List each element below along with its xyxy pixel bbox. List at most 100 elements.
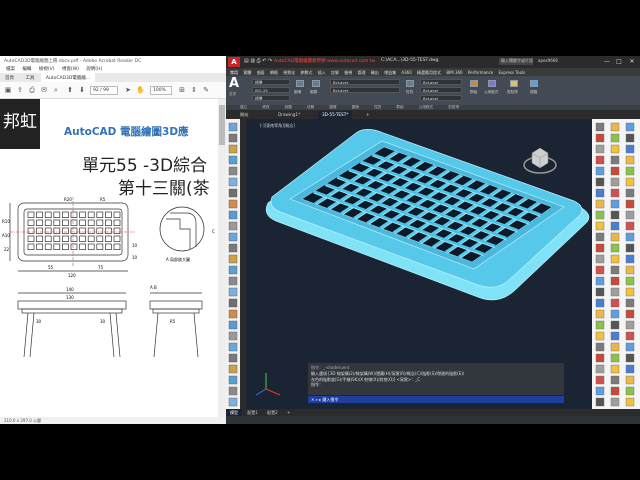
dim-30a: 30 xyxy=(36,319,42,324)
document-header: AutoCAD 電腦繪圖3D應 xyxy=(64,126,189,138)
tab-3d-55-test[interactable]: 3D-55-TEST* xyxy=(318,111,353,119)
autocad-logo[interactable]: A xyxy=(228,57,240,67)
scroll-thumb[interactable] xyxy=(219,105,225,145)
tool-icon xyxy=(595,221,605,231)
utilities-icon[interactable] xyxy=(488,80,496,87)
menu-file[interactable]: 檔案 xyxy=(6,66,15,72)
tab-drawing1[interactable]: Drawing1* xyxy=(274,111,304,119)
hand-tool-icon[interactable]: ✋ xyxy=(136,86,145,94)
ribbon-tab-manage[interactable]: 管理 xyxy=(358,70,366,76)
right-tool-icons[interactable] xyxy=(592,119,640,409)
ribbon-tab-insert[interactable]: 插入 xyxy=(318,70,326,76)
tool-icon xyxy=(625,122,635,132)
upload-icon[interactable]: ⇪ xyxy=(16,86,24,94)
grid-cell xyxy=(105,219,112,226)
ribbon-tab-bim360[interactable]: BIM 360 xyxy=(446,70,462,75)
dim-style-combo[interactable]: ISO-25 xyxy=(252,87,290,93)
menu-edit[interactable]: 編輯 xyxy=(22,66,31,72)
menu-help[interactable]: 說明(H) xyxy=(86,66,102,72)
document-title-line1: 單元55 -3D綜合 xyxy=(82,156,208,176)
tool-icon xyxy=(595,133,605,143)
insert-block-icon[interactable] xyxy=(296,80,304,87)
user-account[interactable]: apex9666 xyxy=(538,58,558,63)
quick-access-icons[interactable]: ▤ ▥ ⎙ ↶ ↷ xyxy=(244,58,272,64)
status-bar[interactable] xyxy=(226,416,640,424)
tool-icon xyxy=(228,254,238,264)
group-icon[interactable] xyxy=(470,80,478,87)
close-button[interactable]: ✕ xyxy=(627,57,637,66)
tool-icon xyxy=(625,375,635,385)
zoom-select[interactable]: 100% xyxy=(150,86,172,95)
print-icon[interactable]: ⎙ xyxy=(28,86,36,94)
left-tool-icons[interactable] xyxy=(226,119,240,409)
ribbon-tab-express-tools[interactable]: Express Tools xyxy=(499,70,526,75)
comment-icon[interactable]: ✎ xyxy=(202,86,210,94)
tool-icon xyxy=(610,122,620,132)
clipboard-icon[interactable] xyxy=(510,80,518,87)
ribbon-tab-annotate[interactable]: 註解 xyxy=(331,70,339,76)
tool-icon xyxy=(595,265,605,275)
menu-view[interactable]: 檢視(V) xyxy=(39,66,55,72)
ribbon-tab-parametric[interactable]: 參數式 xyxy=(300,70,312,76)
tool-icon xyxy=(228,309,238,319)
ribbon-tab-output[interactable]: 輸出 xyxy=(371,70,379,76)
tool-icon xyxy=(595,320,605,330)
viewport-controls-label[interactable]: [-][東南等角][概念] xyxy=(260,123,295,129)
scroll-mode-icon[interactable]: ⇕ xyxy=(190,86,198,94)
fit-page-icon[interactable]: ⊞ xyxy=(178,86,186,94)
grid-cell xyxy=(27,211,35,218)
ribbon-tab-visualize[interactable]: 視覺化 xyxy=(283,70,295,76)
pdf-document-area[interactable]: 邦虹 AutoCAD 電腦繪圖3D應 單元55 -3D綜合 第十三關(茶 R10… xyxy=(0,99,218,417)
ribbon-tab-solid[interactable]: 實體 xyxy=(243,70,251,76)
search-input[interactable]: 輸入關鍵字或片語 xyxy=(499,58,533,65)
mail-icon[interactable]: ✉ xyxy=(40,86,48,94)
select-cursor-icon[interactable]: ➤ xyxy=(124,86,132,94)
command-input[interactable]: ✕ ⌕ ▸ 鍵入指令 xyxy=(308,396,564,403)
add-layout-button[interactable]: + xyxy=(283,409,294,416)
next-page-icon[interactable]: ⬇ xyxy=(78,86,86,94)
view-icon[interactable] xyxy=(530,80,538,87)
menu-window[interactable]: 視窗(W) xyxy=(62,66,79,72)
prev-page-icon[interactable]: ⬆ xyxy=(66,86,74,94)
ribbon-tab-featured-apps[interactable]: 精選應用程式 xyxy=(417,70,441,76)
text-style-combo[interactable]: 標準 xyxy=(252,79,290,85)
tab-start[interactable]: 開始 xyxy=(236,111,252,119)
ribbon-tab-mesh[interactable]: 網格 xyxy=(270,70,278,76)
grid-cell xyxy=(36,227,43,234)
layer-combo[interactable]: ByLayer xyxy=(330,79,400,85)
maximize-button[interactable]: □ xyxy=(614,57,624,66)
tool-icon xyxy=(595,188,605,198)
save-icon[interactable]: ▣ xyxy=(4,86,12,94)
tool-icon xyxy=(610,254,620,264)
grid-cell xyxy=(62,211,69,218)
ribbon-tab-addins[interactable]: 增益集 xyxy=(384,70,396,76)
ribbon-tab-performance[interactable]: Performance xyxy=(468,70,493,75)
page-number-input[interactable]: 92 / 99 xyxy=(90,86,118,95)
pdf-scrollbar[interactable] xyxy=(218,99,226,417)
new-tab-button[interactable]: + xyxy=(362,111,374,119)
match-properties-icon[interactable] xyxy=(406,80,414,87)
grid-cell xyxy=(70,243,78,250)
ribbon-tab-a360[interactable]: A360 xyxy=(401,70,411,75)
text-tool-icon[interactable]: A xyxy=(228,77,240,90)
ribbon-tab-home[interactable]: 常用 xyxy=(230,70,238,76)
ribbon-tab-surface[interactable]: 曲面 xyxy=(257,70,265,76)
grid-cell xyxy=(62,243,69,250)
table-style-combo[interactable]: 標準 xyxy=(252,95,290,101)
tool-icon xyxy=(595,331,605,341)
layer-name-combo[interactable]: ByLayer xyxy=(330,87,400,93)
technical-drawing: R10 R20 R5 A10 120 22 55 75 10 10 30 30 … xyxy=(2,197,215,358)
pdf-page-size: 210.0 x 297.0 公釐 xyxy=(0,417,226,424)
tool-icon xyxy=(595,199,605,209)
search-icon[interactable]: ⌕ xyxy=(52,86,60,94)
tool-icon xyxy=(595,166,605,176)
lineweight-combo[interactable]: ByLayer xyxy=(420,95,462,101)
minimize-button[interactable]: — xyxy=(602,57,612,66)
color-combo[interactable]: ByLayer xyxy=(420,79,462,85)
layer-properties-icon[interactable] xyxy=(312,80,320,87)
tool-icon xyxy=(595,298,605,308)
linetype-combo[interactable]: ByLayer xyxy=(420,87,462,93)
grid-cell xyxy=(62,227,69,234)
ribbon-tab-view[interactable]: 檢視 xyxy=(344,70,352,76)
tool-icon xyxy=(595,342,605,352)
